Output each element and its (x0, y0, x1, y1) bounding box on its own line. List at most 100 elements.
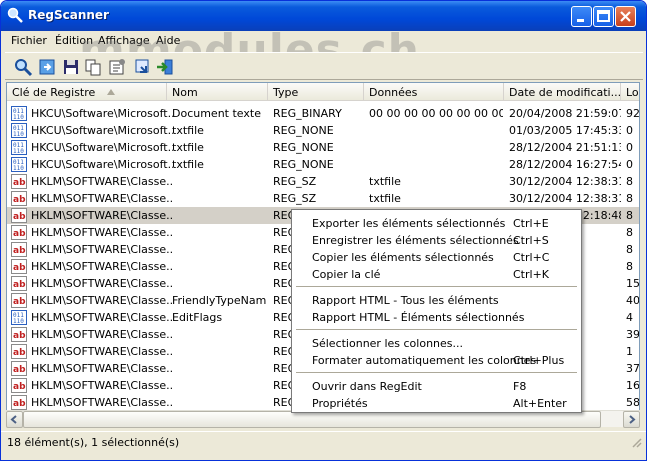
regedit-icon[interactable] (133, 57, 153, 77)
svg-text:ab: ab (13, 229, 26, 239)
context-menu-item[interactable]: Sélectionner les colonnes... (293, 335, 580, 352)
menu-item-label: Copier les éléments sélectionnés (312, 251, 494, 264)
svg-text:ab: ab (13, 382, 26, 392)
cell-date: 20/04/2008 21:59:07 (509, 107, 621, 120)
column-header-data[interactable]: Données (364, 83, 504, 101)
cell-key: HKCU\Software\Microsoft... (31, 124, 173, 137)
minimize-button[interactable] (571, 6, 592, 27)
cell-name: txtfile (172, 158, 204, 171)
binary-value-icon: 011110 (11, 123, 27, 138)
app-icon (7, 7, 23, 23)
column-header-key[interactable]: Clé de Registre (7, 83, 167, 101)
maximize-button[interactable] (593, 6, 614, 27)
string-value-icon: ab (11, 276, 27, 291)
menu-separator (296, 329, 577, 331)
menu-item-shortcut: Ctrl+K (513, 268, 550, 281)
arrow-right-icon (629, 415, 636, 424)
binary-value-icon: 011110 (11, 310, 27, 325)
cell-key: HKCU\Software\Microsoft... (31, 107, 173, 120)
table-row[interactable]: ab HKLM\SOFTWARE\Classe... REG_SZ txtfile 30… (7, 190, 639, 207)
cell-date: 28/12/2004 21:51:13 (509, 141, 621, 154)
menu-item-shortcut: Alt+Enter (513, 397, 567, 410)
menu-fichier[interactable]: Fichier (11, 34, 47, 47)
cell-key: HKLM\SOFTWARE\Classe... (31, 328, 173, 341)
cell-key: HKLM\SOFTWARE\Classe... (31, 243, 173, 256)
status-bar: 18 élément(s), 1 sélectionné(s) (1, 431, 646, 451)
cell-key: HKLM\SOFTWARE\Classe... (31, 260, 173, 273)
cell-len: 1 (626, 345, 633, 358)
context-menu-item[interactable]: Propriétés Alt+Enter (293, 395, 580, 412)
menu-edition[interactable]: Édition (55, 34, 93, 47)
table-row[interactable]: ab HKLM\SOFTWARE\Classe... REG_SZ txtfile 30… (7, 173, 639, 190)
context-menu-item[interactable]: Enregistrer les éléments sélectionnés Ctr… (293, 232, 580, 249)
maximize-icon (597, 10, 610, 22)
cell-len: 8 (626, 226, 633, 239)
exit-icon[interactable] (155, 57, 175, 77)
context-menu-item[interactable]: Formater automatiquement les colonnes Ctr… (293, 352, 580, 369)
menu-item-label: Exporter les éléments sélectionnés (312, 217, 506, 230)
string-value-icon: ab (11, 191, 27, 206)
refresh-icon[interactable] (37, 57, 57, 77)
minimize-icon (577, 19, 584, 22)
cell-date: 28/12/2004 16:27:54 (509, 158, 621, 171)
cell-type: REG_BINARY (273, 107, 342, 120)
binary-value-icon: 011110 (11, 140, 27, 155)
close-button[interactable] (615, 6, 636, 27)
column-header-date[interactable]: Date de modificati... (504, 83, 621, 101)
resize-grip-icon[interactable] (630, 436, 642, 448)
menu-item-label: Enregistrer les éléments sélectionnés (312, 234, 519, 247)
table-row[interactable]: 011 110 HKCU\Software\Microsoft... txtfile R… (7, 122, 639, 139)
cell-len: 928 (626, 107, 640, 120)
scroll-right-button[interactable] (623, 411, 640, 428)
context-menu-item[interactable]: Copier les éléments sélectionnés Ctrl+C (293, 249, 580, 266)
column-header-type[interactable]: Type (268, 83, 364, 101)
svg-text:ab: ab (13, 246, 26, 256)
toolbar (5, 52, 643, 80)
cell-len: 58 (626, 396, 640, 409)
menu-item-label: Propriétés (312, 397, 368, 410)
scroll-left-button[interactable] (6, 411, 23, 428)
properties-icon[interactable] (107, 57, 127, 77)
menu-item-shortcut: Ctrl+Plus (513, 354, 565, 367)
context-menu-item[interactable]: Ouvrir dans RegEdit F8 (293, 378, 580, 395)
cell-type: REG_SZ (273, 175, 317, 188)
column-header-name[interactable]: Nom (167, 83, 268, 101)
menu-item-label: Copier la clé (312, 268, 381, 281)
table-row[interactable]: 011 110 HKCU\Software\Microsoft... txtfile R… (7, 156, 639, 173)
svg-text:110: 110 (13, 165, 24, 172)
close-icon (620, 11, 631, 22)
cell-type: REG_SZ (273, 192, 317, 205)
cell-key: HKLM\SOFTWARE\Classe... (31, 294, 173, 307)
context-menu-item[interactable]: Rapport HTML - Tous les éléments (293, 292, 580, 309)
table-row[interactable]: 011 110 HKCU\Software\Microsoft... txtfile R… (7, 139, 639, 156)
find-icon[interactable] (13, 57, 33, 77)
cell-key: HKLM\SOFTWARE\Classe... (31, 396, 173, 409)
cell-name: FriendlyTypeName (172, 294, 266, 307)
string-value-icon: ab (11, 344, 27, 359)
menu-aide[interactable]: Aide (156, 34, 180, 47)
cell-key: HKLM\SOFTWARE\Classe... (31, 311, 173, 324)
cell-len: 16 (626, 379, 640, 392)
save-icon[interactable] (61, 57, 81, 77)
svg-text:ab: ab (13, 365, 26, 375)
main-window: RegScanner Fichier Édition Affichage Aid… (0, 0, 647, 461)
context-menu-item[interactable]: Exporter les éléments sélectionnés Ctrl+E (293, 215, 580, 232)
svg-text:ab: ab (13, 348, 26, 358)
cell-len: 8 (626, 260, 633, 273)
menu-affichage[interactable]: Affichage (98, 34, 150, 47)
title-bar[interactable]: RegScanner (1, 1, 646, 31)
column-header-length[interactable]: Lo (621, 83, 639, 101)
string-value-icon: ab (11, 242, 27, 257)
context-menu-item[interactable]: Copier la clé Ctrl+K (293, 266, 580, 283)
status-text: 18 élément(s), 1 sélectionné(s) (7, 436, 180, 449)
scroll-thumb[interactable] (23, 411, 601, 428)
context-menu-item[interactable]: Rapport HTML - Éléments sélectionnés (293, 309, 580, 326)
copy-icon[interactable] (83, 57, 103, 77)
cell-name: EditFlags (172, 311, 223, 324)
cell-name: txtfile (172, 141, 204, 154)
cell-key: HKLM\SOFTWARE\Classe... (31, 277, 173, 290)
svg-text:ab: ab (13, 399, 26, 409)
binary-value-icon: 011110 (11, 106, 27, 121)
menu-item-label: Ouvrir dans RegEdit (312, 380, 422, 393)
table-row[interactable]: 011 110 HKCU\Software\Microsoft... Document… (7, 105, 640, 122)
